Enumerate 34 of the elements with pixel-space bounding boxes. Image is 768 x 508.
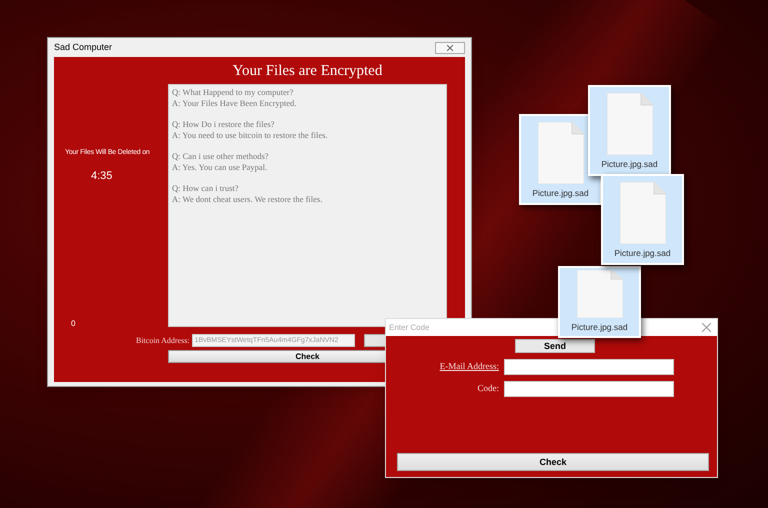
answer-text: A: You need to use bitcoin to restore the files. bbox=[172, 130, 328, 141]
document-icon bbox=[620, 182, 666, 244]
email-label: E-Mail Address: bbox=[438, 360, 499, 374]
close-button[interactable] bbox=[435, 42, 465, 54]
document-icon bbox=[538, 122, 584, 184]
question-text: Q: How can i trust? bbox=[172, 183, 239, 194]
file-name: Picture.jpg.sad bbox=[532, 187, 589, 200]
answer-text: A: We dont cheat users. We restore the files. bbox=[172, 194, 322, 205]
close-icon bbox=[447, 44, 453, 50]
bitcoin-address-label: Bitcoin Address: bbox=[136, 334, 190, 346]
close-icon[interactable] bbox=[702, 323, 711, 332]
answer-text: A: Your Files Have Been Encrypted. bbox=[172, 98, 296, 109]
question-text: Q: What Happend to my computer? bbox=[172, 87, 294, 98]
window-title: Sad Computer bbox=[54, 40, 112, 54]
file-name: Picture.jpg.sad bbox=[614, 247, 671, 260]
counter: 0 bbox=[71, 318, 76, 330]
window-title: Enter Code bbox=[389, 322, 430, 334]
check-button[interactable]: Check bbox=[397, 453, 709, 471]
answer-text: A: Yes. You can use Paypal. bbox=[172, 162, 268, 173]
countdown-timer: 4:35 bbox=[91, 168, 112, 184]
send-button[interactable]: Send bbox=[515, 339, 595, 353]
code-label: Code: bbox=[476, 382, 499, 396]
file-tile[interactable]: Picture.jpg.sad bbox=[558, 266, 641, 338]
file-name: Picture.jpg.sad bbox=[571, 321, 628, 334]
document-icon bbox=[576, 270, 622, 318]
file-tile[interactable]: Picture.jpg.sad bbox=[601, 174, 684, 265]
document-icon bbox=[606, 93, 652, 155]
code-field[interactable] bbox=[504, 381, 674, 397]
file-tile[interactable]: Picture.jpg.sad bbox=[588, 85, 671, 176]
dialog-heading: Your Files are Encrypted bbox=[232, 62, 382, 81]
email-field[interactable] bbox=[504, 359, 674, 375]
question-text: Q: How Do i restore the files? bbox=[172, 119, 274, 130]
file-name: Picture.jpg.sad bbox=[601, 158, 658, 171]
question-text: Q: Can i use other methods? bbox=[172, 151, 269, 162]
